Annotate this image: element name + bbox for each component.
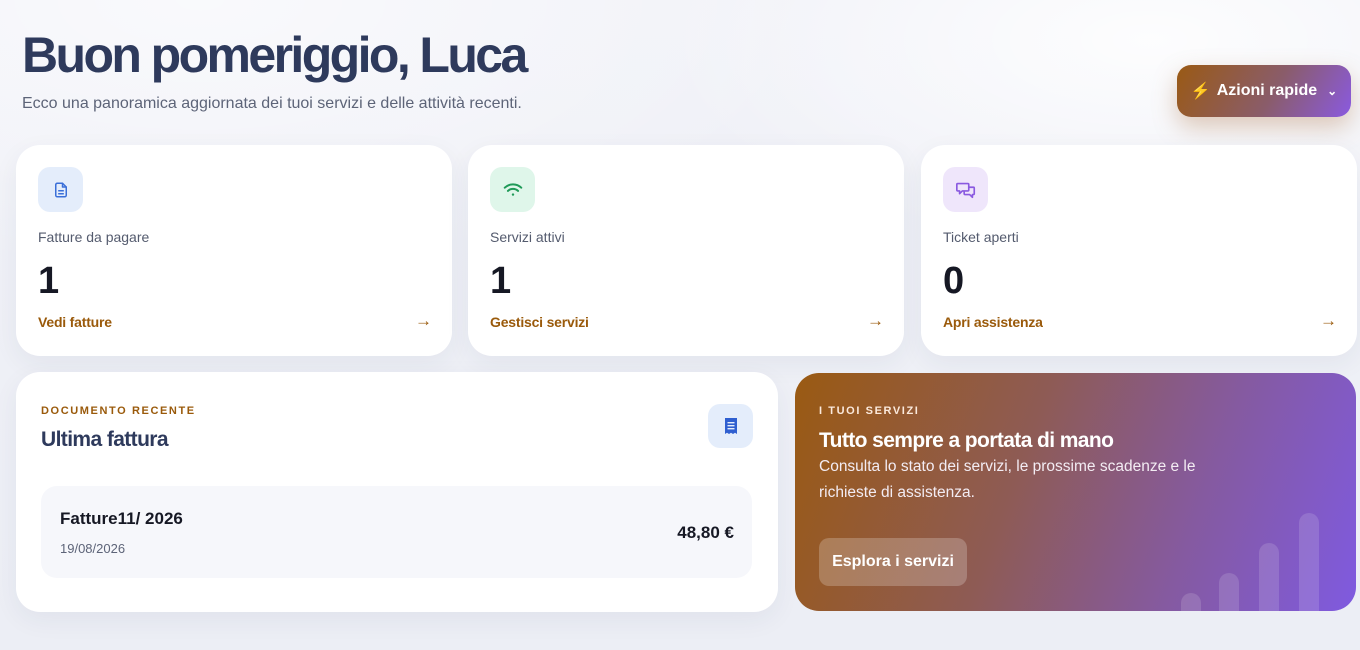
open-support-link[interactable]: Apri assistenza [943, 314, 1043, 330]
quick-actions-label: Azioni rapide [1216, 82, 1318, 99]
services-title: Tutto sempre a portata di mano [819, 429, 1114, 452]
arrow-right-icon[interactable]: → [1320, 311, 1337, 331]
invoice-amount: 48,80 € [677, 523, 734, 542]
wifi-icon [490, 167, 535, 212]
stat-card-services: Servizi attivi 1 Gestisci servizi → [468, 145, 904, 356]
stat-label: Ticket aperti [943, 229, 1019, 245]
document-icon [38, 167, 83, 212]
invoice-row[interactable]: Fatture11/ 2026 19/08/2026 48,80 € [41, 486, 752, 578]
stat-value: 1 [490, 260, 512, 302]
recent-document-card: Documento recente Ultima fattura Fatture… [16, 372, 778, 612]
services-promo-card: I tuoi servizi Tutto sempre a portata di… [795, 373, 1356, 611]
chat-bubbles-icon [943, 167, 988, 212]
stat-label: Fatture da pagare [38, 229, 150, 245]
stat-card-invoices: Fatture da pagare 1 Vedi fatture → [16, 145, 452, 356]
stat-value: 0 [943, 260, 965, 302]
quick-actions-button[interactable]: ⚡ Azioni rapide ⌄ [1177, 65, 1351, 117]
explore-services-button[interactable]: Esplora i servizi [819, 538, 967, 586]
chevron-down-icon: ⌄ [1327, 84, 1338, 98]
page-subtitle: Ecco una panoramica aggiornata dei tuoi … [22, 95, 522, 112]
recent-document-eyebrow: Documento recente [41, 405, 196, 417]
services-description: Consulta lo stato dei servizi, le prossi… [819, 458, 1196, 501]
stat-card-tickets: Ticket aperti 0 Apri assistenza → [921, 145, 1357, 356]
invoice-date: 19/08/2026 [60, 541, 126, 556]
arrow-right-icon[interactable]: → [415, 311, 432, 331]
stat-value: 1 [38, 260, 60, 302]
lightning-icon: ⚡ [1190, 83, 1211, 100]
page-title: Buon pomeriggio, Luca [22, 27, 528, 83]
stat-label: Servizi attivi [490, 229, 565, 245]
services-eyebrow: I tuoi servizi [819, 405, 920, 417]
view-invoices-link[interactable]: Vedi fatture [38, 314, 112, 330]
invoice-name: Fatture11/ 2026 [60, 509, 183, 528]
decorative-bars [1176, 501, 1356, 611]
arrow-right-icon[interactable]: → [867, 311, 884, 331]
manage-services-link[interactable]: Gestisci servizi [490, 314, 589, 330]
receipt-icon [708, 404, 753, 448]
recent-document-title: Ultima fattura [41, 428, 169, 451]
